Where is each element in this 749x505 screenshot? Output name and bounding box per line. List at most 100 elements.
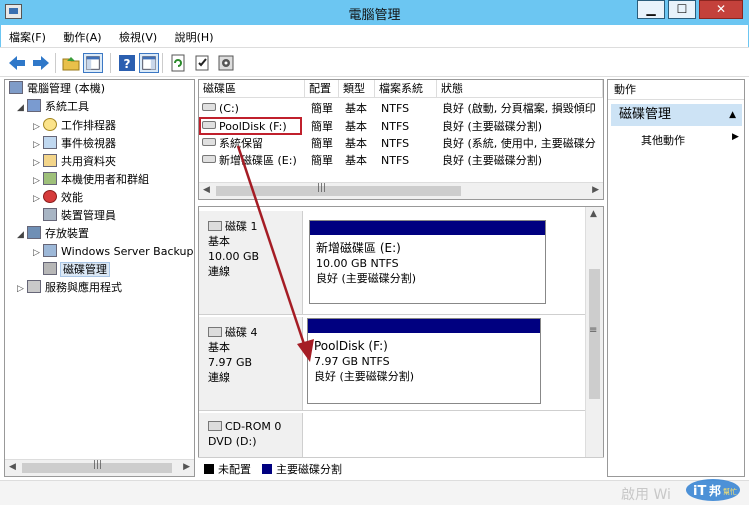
scroll-up-arrow-icon[interactable]: ▲ (590, 209, 597, 219)
actions-header: 動作 (608, 80, 744, 100)
partition-new-volume-e[interactable]: 新增磁碟區 (E:) 10.00 GB NTFS 良好 (主要磁碟分割) (309, 220, 546, 304)
collapsed-arrow-icon[interactable]: ▷ (33, 172, 43, 190)
volume-row-status: 良好 (啟動, 分頁檔案, 損毀傾印 (442, 102, 596, 115)
menu-help[interactable]: 說明(H) (167, 25, 220, 45)
show-hide-console-tree-icon[interactable] (83, 53, 103, 73)
up-folder-icon[interactable] (61, 53, 81, 73)
properties-icon[interactable] (192, 53, 212, 73)
title-bar: 電腦管理 ▁ ☐ ✕ (0, 0, 749, 25)
tree-item-shared-folders[interactable]: ▷ 共用資料夾 (33, 153, 116, 171)
tree-item-services[interactable]: ▷ 服務與應用程式 (17, 279, 122, 297)
volume-row-type: 基本 (345, 120, 367, 133)
collapsed-arrow-icon[interactable]: ▷ (33, 136, 43, 154)
minimize-button[interactable]: ▁ (637, 0, 665, 19)
volume-row-fs: NTFS (381, 154, 410, 167)
show-hide-action-pane-icon[interactable] (139, 53, 159, 73)
menu-action[interactable]: 動作(A) (55, 25, 107, 45)
volume-list: 磁碟區 配置 類型 檔案系統 狀態 (C:) 簡單 基本 NTFS 良好 (啟動… (198, 79, 604, 200)
pooldisk-highlight-box (199, 117, 302, 135)
close-button[interactable]: ✕ (699, 0, 743, 19)
activation-watermark: 啟用 Wi (621, 487, 671, 503)
disk-label[interactable]: 磁碟 4 基本 7.97 GB 連線 (199, 317, 303, 410)
volume-row-name[interactable]: (C:) (202, 100, 239, 117)
disk-management-icon (43, 262, 57, 275)
tree-item-local-users[interactable]: ▷ 本機使用者和群組 (33, 171, 149, 189)
column-header-volume[interactable]: 磁碟區 (199, 80, 305, 98)
actions-more[interactable]: 其他動作 (641, 132, 685, 148)
volume-row-fs: NTFS (381, 102, 410, 115)
disk-panel-4[interactable]: 磁碟 4 基本 7.97 GB 連線 PoolDisk (F:) 7.97 GB… (199, 317, 585, 411)
tree-item-task-scheduler[interactable]: ▷ 工作排程器 (33, 117, 116, 135)
menu-view[interactable]: 檢視(V) (111, 25, 163, 45)
forward-arrow-icon[interactable] (31, 53, 51, 73)
disk-properties-icon[interactable] (216, 53, 236, 73)
column-header-layout[interactable]: 配置 (305, 80, 339, 98)
collapsed-arrow-icon[interactable]: ▷ (33, 154, 43, 172)
window-controls: ▁ ☐ ✕ (634, 0, 743, 19)
volume-row-name[interactable]: 系統保留 (202, 135, 263, 152)
volume-row-status: 良好 (主要磁碟分割) (442, 154, 543, 167)
column-header-filesystem[interactable]: 檔案系統 (375, 80, 437, 98)
menu-file[interactable]: 檔案(F) (1, 25, 52, 45)
disk-legend: 未配置 主要磁碟分割 (198, 457, 604, 477)
storage-icon (27, 226, 41, 239)
volume-row-layout: 簡單 (311, 154, 333, 167)
tree-item-windows-backup[interactable]: ▷ Windows Server Backup (33, 243, 194, 261)
scroll-left-arrow-icon[interactable]: ◀ (9, 462, 16, 472)
volume-row-status: 良好 (系統, 使用中, 主要磁碟分 (442, 137, 596, 150)
cdrom-icon (208, 421, 222, 431)
services-icon (27, 280, 41, 293)
tree-item-performance[interactable]: ▷ 效能 (33, 189, 83, 207)
volume-row-layout: 簡單 (311, 120, 333, 133)
volume-row-name[interactable]: 新增磁碟區 (E:) (202, 152, 297, 169)
tree-item-storage[interactable]: ◢ 存放裝置 (17, 225, 89, 243)
legend-primary-partition: 主要磁碟分割 (262, 461, 342, 477)
volume-row-type: 基本 (345, 154, 367, 167)
volume-list-horizontal-scrollbar[interactable]: ◀ ||| ▶ (199, 182, 603, 199)
disk-view-vertical-scrollbar[interactable]: ▲ ≡ ▼ (585, 207, 603, 476)
actions-pane: 動作 磁碟管理 ▲ 其他動作 ▶ (607, 79, 745, 477)
disk-label[interactable]: CD-ROM 0 DVD (D:) (199, 413, 303, 459)
toolbar-divider (110, 53, 111, 73)
tree-item-disk-management[interactable]: 磁碟管理 (43, 261, 110, 279)
scroll-left-arrow-icon[interactable]: ◀ (203, 185, 210, 195)
legend-swatch (204, 464, 214, 474)
scrollbar-thumb[interactable] (216, 186, 461, 196)
actions-disk-management[interactable]: 磁碟管理 ▲ (611, 104, 742, 126)
collapsed-arrow-icon[interactable]: ▷ (17, 280, 27, 298)
expanded-arrow-icon[interactable]: ◢ (17, 226, 27, 244)
console-tree: 電腦管理 (本機) ◢ 系統工具 ▷ 工作排程器 ▷ 事件檢視器 ▷ 共用資料夾 ▷ 本機… (4, 79, 195, 477)
expanded-arrow-icon[interactable]: ◢ (17, 99, 27, 117)
refresh-icon[interactable] (168, 53, 188, 73)
tools-icon (27, 99, 41, 112)
disk-label[interactable]: 磁碟 1 基本 10.00 GB 連線 (199, 211, 303, 314)
collapse-caret-icon[interactable]: ▲ (729, 104, 736, 126)
disk-icon (208, 221, 222, 231)
volume-row-type: 基本 (345, 137, 367, 150)
scroll-right-arrow-icon[interactable]: ▶ (183, 462, 190, 472)
partition-pooldisk-f[interactable]: PoolDisk (F:) 7.97 GB NTFS 良好 (主要磁碟分割) (307, 318, 541, 404)
tree-item-device-manager[interactable]: 裝置管理員 (43, 207, 116, 225)
svg-text:iT: iT (693, 484, 706, 499)
tree-horizontal-scrollbar[interactable]: ◀ ||| ▶ (5, 459, 194, 476)
column-header-type[interactable]: 類型 (339, 80, 375, 98)
collapsed-arrow-icon[interactable]: ▷ (33, 118, 43, 136)
disk-panel-1[interactable]: 磁碟 1 基本 10.00 GB 連線 新增磁碟區 (E:) 10.00 GB … (199, 211, 585, 315)
column-header-status[interactable]: 狀態 (437, 80, 603, 98)
shared-folder-icon (43, 154, 57, 167)
scrollbar-grip-icon: ||| (93, 460, 103, 470)
submenu-arrow-icon[interactable]: ▶ (732, 132, 739, 142)
back-arrow-icon[interactable] (7, 53, 27, 73)
tree-item-system-tools[interactable]: ◢ 系統工具 (17, 98, 89, 116)
maximize-button[interactable]: ☐ (668, 0, 696, 19)
help-icon[interactable]: ? (117, 53, 137, 73)
scroll-right-arrow-icon[interactable]: ▶ (592, 185, 599, 195)
collapsed-arrow-icon[interactable]: ▷ (33, 190, 43, 208)
collapsed-arrow-icon[interactable]: ▷ (33, 244, 43, 262)
svg-text:?: ? (124, 57, 131, 71)
tree-item-root[interactable]: 電腦管理 (本機) (9, 80, 105, 98)
legend-unallocated: 未配置 (204, 461, 251, 477)
tree-item-event-viewer[interactable]: ▷ 事件檢視器 (33, 135, 116, 153)
disk-panel-cdrom[interactable]: CD-ROM 0 DVD (D:) (199, 413, 585, 459)
volume-row-fs: NTFS (381, 120, 410, 133)
